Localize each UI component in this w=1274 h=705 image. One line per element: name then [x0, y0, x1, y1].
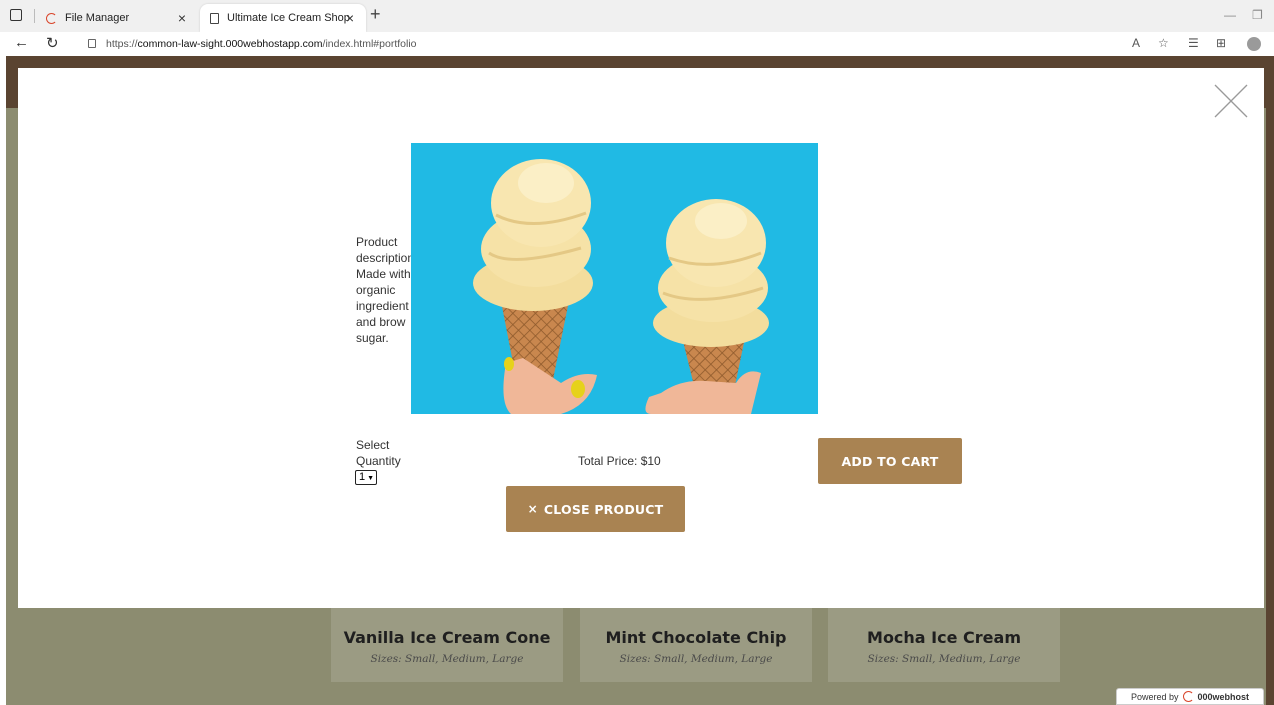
- close-icon: ×: [527, 502, 538, 516]
- url-prefix: https://: [106, 37, 138, 50]
- tab-label: Ultimate Ice Cream Shop: [227, 12, 350, 24]
- read-aloud-icon[interactable]: A: [1132, 36, 1140, 50]
- address-bar: ← ↻ https://common-law-sight.000webhosta…: [0, 32, 1274, 56]
- card-title: Vanilla Ice Cream Cone: [343, 628, 551, 647]
- restore-icon[interactable]: ❐: [1252, 8, 1263, 22]
- back-arrow-icon[interactable]: ←: [14, 34, 29, 51]
- webhost-logo-icon: [1182, 691, 1194, 702]
- modal-close-icon[interactable]: [1214, 84, 1248, 118]
- tab-close-icon[interactable]: ×: [346, 10, 354, 26]
- tabbar-divider: [34, 9, 35, 23]
- url-host: common-law-sight.000webhostapp.com: [137, 37, 323, 50]
- close-product-label: CLOSE PRODUCT: [543, 501, 664, 517]
- quantity-select[interactable]: 1 ▼: [355, 470, 377, 485]
- total-price: Total Price: $10: [578, 454, 661, 468]
- product-image: [411, 143, 818, 414]
- profile-avatar[interactable]: [1247, 37, 1261, 51]
- add-to-cart-button[interactable]: ADD TO CART: [818, 438, 962, 484]
- page-right-edge: [1266, 56, 1274, 705]
- lock-icon: [88, 39, 96, 48]
- product-card-mint[interactable]: Mint Chocolate Chip Sizes: Small, Medium…: [580, 608, 812, 682]
- card-subtitle: Sizes: Small, Medium, Large: [619, 653, 773, 665]
- page-favicon-icon: [210, 12, 219, 24]
- add-to-cart-label: ADD TO CART: [841, 453, 939, 469]
- product-card-vanilla[interactable]: Vanilla Ice Cream Cone Sizes: Small, Med…: [331, 608, 563, 682]
- favorite-star-icon[interactable]: ☆: [1158, 36, 1169, 50]
- url-field[interactable]: https://common-law-sight.000webhostapp.c…: [80, 33, 1120, 54]
- product-modal: Product description: Made with organic i…: [18, 68, 1264, 608]
- card-title: Mint Chocolate Chip: [605, 628, 787, 647]
- url-path: /index.html#portfolio: [322, 37, 417, 50]
- new-tab-button[interactable]: +: [370, 4, 381, 25]
- card-subtitle: Sizes: Small, Medium, Large: [867, 653, 1021, 665]
- minimize-icon[interactable]: —: [1224, 8, 1236, 22]
- quantity-value: 1: [359, 471, 366, 483]
- webhost-favicon-icon: [46, 12, 57, 24]
- tab-file-manager[interactable]: File Manager ×: [36, 4, 198, 32]
- card-title: Mocha Ice Cream: [867, 628, 1021, 647]
- collections-icon[interactable]: ⊞: [1216, 36, 1226, 50]
- close-product-button[interactable]: × CLOSE PRODUCT: [506, 486, 685, 532]
- powered-by-label: Powered by: [1130, 691, 1179, 702]
- chevron-down-icon: ▼: [367, 475, 375, 482]
- powered-by-badge[interactable]: Powered by 000webhost: [1116, 688, 1264, 705]
- refresh-icon[interactable]: ↻: [46, 34, 59, 52]
- tab-label: File Manager: [65, 12, 130, 24]
- tab-ice-cream-shop[interactable]: Ultimate Ice Cream Shop ×: [200, 4, 366, 32]
- card-subtitle: Sizes: Small, Medium, Large: [370, 653, 524, 665]
- browser-tab-bar: File Manager × Ultimate Ice Cream Shop ×…: [0, 0, 1274, 33]
- quantity-label: Select Quantity: [356, 438, 401, 468]
- tab-close-icon[interactable]: ×: [178, 10, 186, 26]
- favorites-list-icon[interactable]: ☰: [1188, 36, 1199, 50]
- product-description: Product description: Made with organic i…: [356, 235, 418, 345]
- powered-by-brand: 000webhost: [1197, 691, 1250, 702]
- tab-actions-icon[interactable]: [10, 9, 22, 21]
- product-card-mocha[interactable]: Mocha Ice Cream Sizes: Small, Medium, La…: [828, 608, 1060, 682]
